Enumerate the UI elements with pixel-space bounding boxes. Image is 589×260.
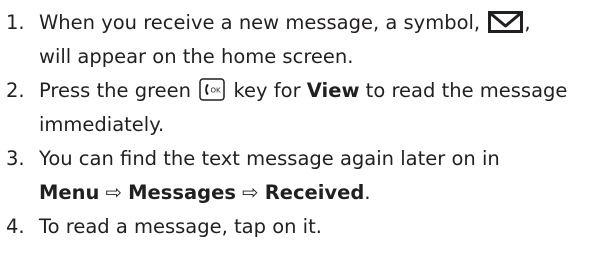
- envelope-icon: [488, 11, 524, 33]
- instruction-step-3: 3. You can find the text message again l…: [6, 142, 586, 210]
- step-text: Press the green OK key for View to read …: [39, 74, 586, 142]
- step-number: 1.: [6, 11, 25, 34]
- menu-path: Menu ⇨ Messages ⇨ Received.: [39, 176, 586, 210]
- instruction-list: 1. When you receive a new message, a sym…: [6, 6, 586, 244]
- step-number: 3.: [6, 147, 25, 170]
- step-text: You can find the text message again late…: [39, 142, 586, 210]
- step-text-part: will appear on the home screen.: [39, 45, 354, 68]
- ok-key-label: OK: [211, 87, 222, 95]
- menu-path-received: Received: [264, 181, 365, 204]
- step-text-part: to read the message: [359, 79, 568, 102]
- instruction-step-4: 4. To read a message, tap on it.: [6, 210, 586, 244]
- step-text: To read a message, tap on it.: [39, 210, 586, 244]
- menu-path-messages: Messages: [128, 181, 236, 204]
- step-text: When you receive a new message, a symbol…: [39, 6, 586, 74]
- step-text-part: You can find the text message again late…: [39, 147, 500, 170]
- menu-path-menu: Menu: [39, 181, 100, 204]
- instruction-step-2: 2. Press the green OK key for View to re…: [6, 74, 586, 142]
- step-text-part: immediately.: [39, 113, 165, 136]
- step-text-part: Press the green: [39, 79, 198, 102]
- view-label: View: [306, 79, 360, 102]
- step-text-part: When you receive a new message, a symbol…: [39, 11, 487, 34]
- instruction-step-1: 1. When you receive a new message, a sym…: [6, 6, 586, 74]
- right-arrow-icon: ⇨: [105, 181, 122, 204]
- step-text-part: key for: [227, 79, 307, 102]
- step-number: 4.: [6, 215, 25, 238]
- step-text-part: ,: [524, 11, 531, 34]
- right-arrow-icon: ⇨: [242, 181, 259, 204]
- ok-key-icon: OK: [199, 78, 225, 101]
- step-text-part: .: [364, 181, 371, 204]
- step-number: 2.: [6, 79, 25, 102]
- step-text-part: To read a message, tap on it.: [39, 215, 322, 238]
